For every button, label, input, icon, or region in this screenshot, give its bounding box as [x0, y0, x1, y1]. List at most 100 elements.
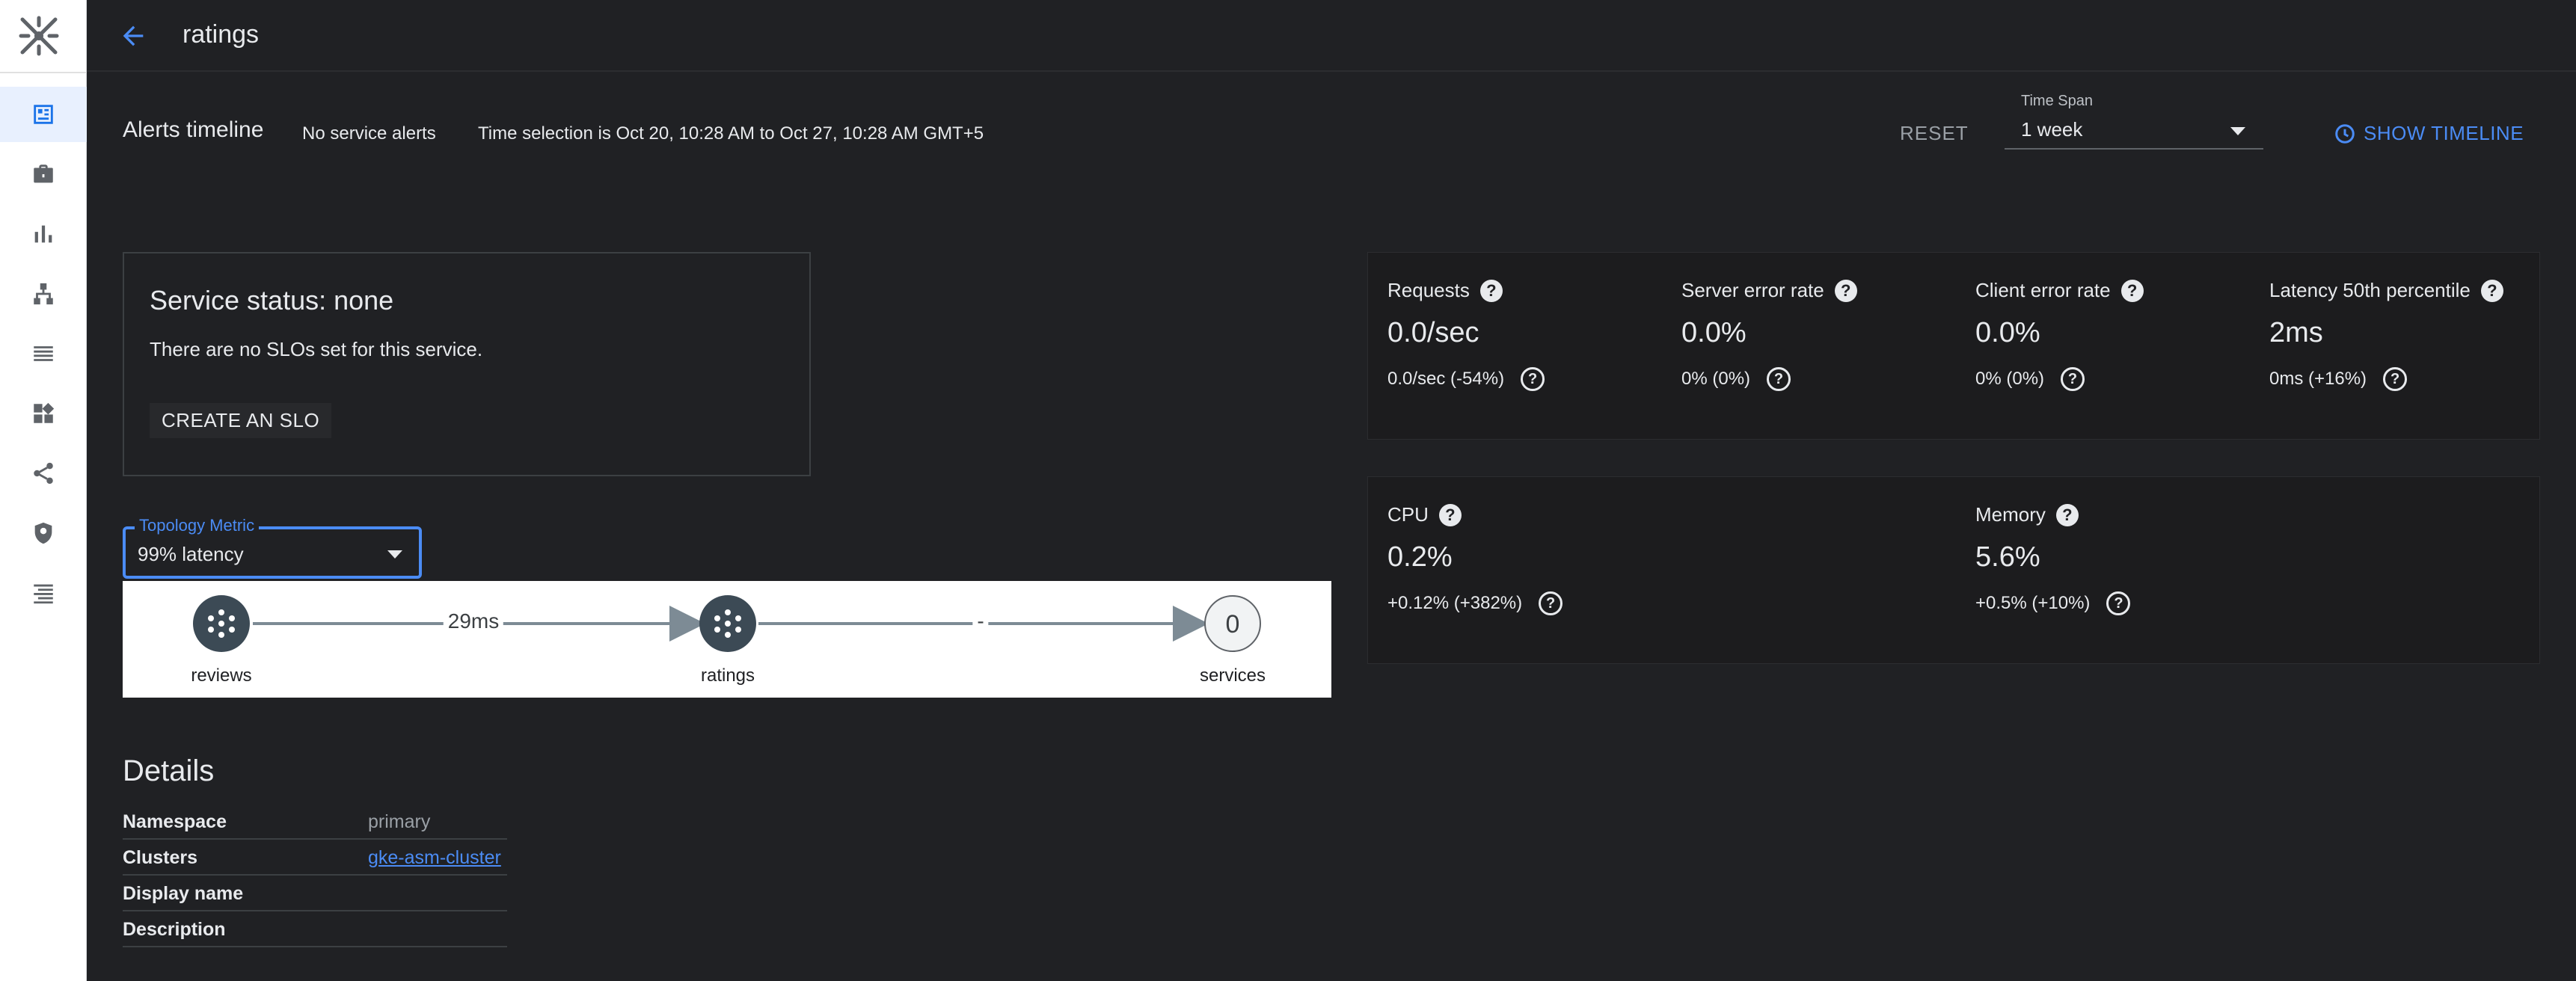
edge-label-reviews-ratings: 29ms: [443, 609, 504, 633]
page-title: ratings: [183, 20, 260, 49]
metric-name: Server error rate: [1681, 279, 1824, 301]
arrow-back-icon: [123, 25, 144, 46]
edge-label-ratings-services: -: [972, 609, 989, 633]
node-label-services: services: [1199, 665, 1266, 686]
help-outline-icon[interactable]: ?: [1767, 367, 1791, 391]
help-icon[interactable]: ?: [2120, 279, 2144, 302]
services-count-node[interactable]: 0: [1204, 595, 1261, 652]
metric-server-error-rate: Server error rate? 0.0% 0% (0%)?: [1681, 279, 1857, 391]
namespace-value: primary: [368, 811, 431, 832]
nav-item-widgets[interactable]: [0, 386, 87, 441]
app-logo-icon[interactable]: [16, 15, 61, 57]
service-node-ratings[interactable]: [699, 595, 756, 652]
briefcase-icon: [34, 164, 53, 183]
rail-divider: [0, 72, 87, 73]
details-row-clusters: Clusters gke-asm-cluster: [123, 840, 507, 876]
details-key: Clusters: [123, 847, 198, 868]
topology-metric-label: Topology Metric: [135, 516, 260, 535]
service-status-title: Service status: none: [150, 285, 394, 316]
help-icon[interactable]: ?: [2480, 279, 2503, 302]
metric-client-error-rate: Client error rate? 0.0% 0% (0%)?: [1975, 279, 2144, 391]
metric-value: 0.0/sec: [1387, 317, 1479, 348]
nav-item-metrics[interactable]: [0, 206, 87, 262]
node-label-reviews: reviews: [191, 665, 252, 686]
menu-list-icon: [34, 584, 53, 604]
cluster-link[interactable]: gke-asm-cluster: [368, 847, 501, 869]
details-key: Namespace: [123, 811, 227, 832]
time-span-select[interactable]: Time Span 1 week: [2005, 90, 2263, 150]
help-outline-icon[interactable]: ?: [2106, 591, 2131, 615]
service-status-card: Service status: none There are no SLOs s…: [123, 252, 811, 476]
security-shield-icon: [34, 522, 52, 544]
details-key: Display name: [123, 883, 244, 904]
golden-signals-panel: Requests? 0.0/sec 0.0/sec (-54%)? Server…: [1367, 252, 2540, 440]
metric-delta: 0% (0%): [1975, 369, 2045, 389]
topology-graph: 0 29ms - reviews ratings services: [123, 581, 1331, 698]
metric-delta: +0.12% (+382%): [1387, 593, 1523, 613]
nav-item-list[interactable]: [0, 326, 87, 381]
help-icon[interactable]: ?: [2055, 503, 2079, 526]
dropdown-caret-icon: [2230, 127, 2245, 135]
details-row-display-name: Display name: [123, 876, 507, 911]
metric-value: 0.0%: [1681, 317, 1747, 348]
metric-delta: 0.0/sec (-54%): [1387, 369, 1505, 389]
nav-item-briefcase[interactable]: [0, 147, 87, 202]
metric-value: 5.6%: [1975, 541, 2040, 573]
show-timeline-label: SHOW TIMELINE: [2364, 122, 2524, 144]
details-row-description: Description: [123, 911, 507, 947]
nav-item-dashboard[interactable]: [0, 87, 87, 142]
help-outline-icon[interactable]: ?: [2383, 367, 2408, 391]
help-icon[interactable]: ?: [1479, 279, 1503, 302]
metric-value: 0.2%: [1387, 541, 1453, 573]
left-nav-rail: [0, 0, 87, 981]
metric-delta: 0ms (+16%): [2269, 369, 2367, 389]
details-key: Description: [123, 919, 226, 940]
dropdown-caret-icon: [387, 550, 402, 559]
help-outline-icon[interactable]: ?: [1521, 367, 1545, 391]
nav-item-share[interactable]: [0, 446, 87, 501]
metric-name: CPU: [1387, 503, 1429, 526]
reset-button[interactable]: RESET: [1900, 122, 1969, 145]
alerts-status: No service alerts: [302, 123, 436, 144]
details-table: Namespace primary Clusters gke-asm-clust…: [123, 804, 507, 947]
time-span-value: 1 week: [2021, 118, 2083, 141]
metric-requests: Requests? 0.0/sec 0.0/sec (-54%)?: [1387, 279, 1545, 391]
bar-chart-icon: [34, 225, 52, 243]
widgets-icon: [34, 402, 55, 423]
topology-metric-select[interactable]: Topology Metric 99% latency: [123, 516, 422, 579]
topology-icon: [34, 283, 53, 305]
metric-name: Memory: [1975, 503, 2046, 526]
back-button[interactable]: [115, 19, 151, 52]
services-count: 0: [1226, 610, 1240, 639]
metric-delta: +0.5% (+10%): [1975, 593, 2091, 613]
topology-metric-value: 99% latency: [138, 543, 244, 565]
dashboard-icon: [34, 105, 53, 124]
metric-latency-p50: Latency 50th percentile? 2ms 0ms (+16%)?: [2269, 279, 2503, 391]
details-row-namespace: Namespace primary: [123, 804, 507, 840]
show-timeline-button[interactable]: SHOW TIMELINE: [2334, 122, 2524, 145]
list-icon: [34, 346, 53, 361]
metric-name: Client error rate: [1975, 279, 2111, 301]
clock-icon: [2335, 123, 2355, 144]
help-outline-icon[interactable]: ?: [1539, 591, 1563, 615]
nav-item-topology[interactable]: [0, 266, 87, 322]
details-title: Details: [123, 754, 215, 787]
help-outline-icon[interactable]: ?: [2061, 367, 2085, 391]
alerts-timeline-title: Alerts timeline: [123, 117, 264, 142]
metric-value: 0.0%: [1975, 317, 2040, 348]
help-icon[interactable]: ?: [1438, 503, 1462, 526]
create-slo-button[interactable]: CREATE AN SLO: [150, 403, 332, 438]
time-span-label: Time Span: [2021, 93, 2093, 109]
metric-memory: Memory? 5.6% +0.5% (+10%)?: [1975, 503, 2131, 615]
metric-cpu: CPU? 0.2% +0.12% (+382%)?: [1387, 503, 1563, 615]
service-node-reviews[interactable]: [193, 595, 250, 652]
resource-usage-panel: CPU? 0.2% +0.12% (+382%)? Memory? 5.6% +…: [1367, 476, 2540, 664]
metric-value: 2ms: [2269, 317, 2323, 348]
nav-item-security[interactable]: [0, 505, 87, 561]
share-icon: [34, 462, 53, 485]
service-status-description: There are no SLOs set for this service.: [150, 338, 483, 360]
time-selection-text: Time selection is Oct 20, 10:28 AM to Oc…: [478, 123, 984, 144]
metric-name: Latency 50th percentile: [2269, 279, 2471, 301]
nav-item-menu[interactable]: [0, 565, 87, 621]
help-icon[interactable]: ?: [1834, 279, 1857, 302]
